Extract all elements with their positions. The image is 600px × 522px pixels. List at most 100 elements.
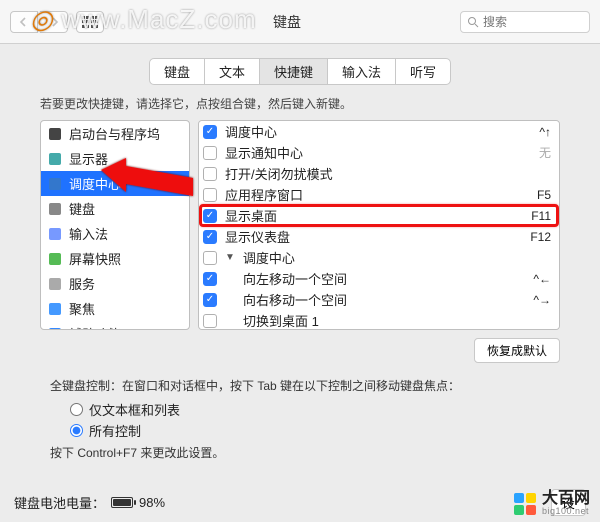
- show-all-button[interactable]: [76, 11, 104, 33]
- shortcut-label: 切换到桌面 1: [225, 311, 543, 330]
- shortcut-label: 显示通知中心: [225, 143, 531, 162]
- shortcut-label: 显示仪表盘: [225, 227, 522, 246]
- sidebar-item-input[interactable]: 输入法: [41, 221, 189, 246]
- grid-icon: [82, 16, 99, 28]
- tab-1[interactable]: 文本: [205, 59, 260, 84]
- restore-defaults-button[interactable]: 恢复成默认: [474, 338, 560, 363]
- shortcut-key: ^↑: [539, 125, 551, 139]
- shortcut-row[interactable]: 向右移动一个空间 ^→: [199, 289, 559, 310]
- input-icon: [47, 226, 63, 242]
- shortcut-row[interactable]: 显示桌面 F11: [199, 205, 559, 226]
- shortcut-row[interactable]: 打开/关闭勿扰模式: [199, 163, 559, 184]
- sidebar-item-label: 屏幕快照: [69, 249, 121, 268]
- sidebar-item-services[interactable]: 服务: [41, 271, 189, 296]
- keyboard-icon: [47, 201, 63, 217]
- sidebar-item-mission[interactable]: 调度中心: [41, 171, 189, 196]
- shortcut-key: F11: [531, 209, 551, 223]
- chevron-down-icon: ▼: [225, 252, 235, 263]
- sidebar-item-keyboard[interactable]: 键盘: [41, 196, 189, 221]
- spotlight-icon: [47, 301, 63, 317]
- window-title: 键盘: [114, 12, 460, 32]
- tab-0[interactable]: 键盘: [150, 59, 205, 84]
- shortcut-list[interactable]: 调度中心^↑显示通知中心无打开/关闭勿扰模式应用程序窗口F5显示桌面F11显示仪…: [198, 120, 560, 330]
- back-button[interactable]: [10, 11, 38, 33]
- radio-text-only[interactable]: 仅文本框和列表: [70, 400, 530, 419]
- category-list[interactable]: 启动台与程序坞显示器调度中心键盘输入法屏幕快照服务聚焦辅助功能应用快捷键: [40, 120, 190, 330]
- services-icon: [47, 276, 63, 292]
- sidebar-item-label: 启动台与程序坞: [69, 124, 160, 143]
- keyboard-battery: 键盘电池电量： 98%: [14, 493, 165, 512]
- shortcut-row[interactable]: 显示通知中心无: [199, 142, 559, 163]
- shortcut-row[interactable]: 显示仪表盘 F12: [199, 226, 559, 247]
- checkbox[interactable]: [203, 272, 217, 286]
- launchpad-icon: [47, 126, 63, 142]
- shortcut-key: 无: [539, 144, 551, 161]
- checkbox[interactable]: [203, 188, 217, 202]
- setup-button[interactable]: 设: [551, 489, 586, 516]
- checkbox[interactable]: [203, 125, 217, 139]
- footer: 键盘电池电量： 98% 设: [0, 489, 600, 516]
- checkbox[interactable]: [203, 230, 217, 244]
- mission-icon: [47, 176, 63, 192]
- checkbox[interactable]: [203, 146, 217, 160]
- titlebar: 键盘: [0, 0, 600, 44]
- tabs: 键盘文本快捷键输入法听写: [0, 58, 600, 85]
- shortcut-row[interactable]: 向左移动一个空间 ^←: [199, 268, 559, 289]
- forward-button[interactable]: [40, 11, 68, 33]
- shortcut-row[interactable]: 调度中心 ^↑: [199, 121, 559, 142]
- full-keyboard-line: 全键盘控制：在窗口和对话框中，按下 Tab 键在以下控制之间移动键盘焦点：: [50, 377, 550, 394]
- shortcut-label: 打开/关闭勿扰模式: [225, 164, 543, 183]
- shortcut-key: F5: [537, 188, 551, 202]
- search-field[interactable]: [460, 11, 590, 33]
- radio-group: 仅文本框和列表 所有控制: [70, 400, 530, 440]
- checkbox[interactable]: [203, 209, 217, 223]
- checkbox[interactable]: [203, 293, 217, 307]
- checkbox[interactable]: [203, 314, 217, 328]
- sidebar-item-display[interactable]: 显示器: [41, 146, 189, 171]
- sidebar-item-label: 输入法: [69, 224, 108, 243]
- search-icon: [467, 16, 479, 28]
- search-input[interactable]: [483, 15, 573, 29]
- sub-hint: 按下 Control+F7 来更改此设置。: [50, 444, 550, 461]
- sidebar-item-launchpad[interactable]: 启动台与程序坞: [41, 121, 189, 146]
- sidebar-item-accessibility[interactable]: 辅助功能: [41, 321, 189, 330]
- sidebar-item-screenshot[interactable]: 屏幕快照: [41, 246, 189, 271]
- panels: 启动台与程序坞显示器调度中心键盘输入法屏幕快照服务聚焦辅助功能应用快捷键 调度中…: [40, 120, 560, 330]
- shortcut-key: ^→: [533, 293, 551, 307]
- shortcut-label: 向右移动一个空间: [225, 290, 525, 309]
- battery-label: 键盘电池电量：: [14, 493, 105, 512]
- battery-percent: 98%: [139, 495, 165, 510]
- sidebar-item-label: 服务: [69, 274, 95, 293]
- tab-4[interactable]: 听写: [396, 59, 450, 84]
- shortcut-label: 显示桌面: [225, 206, 523, 225]
- nav-buttons: [10, 11, 68, 33]
- shortcut-row[interactable]: ▼ 调度中心: [199, 247, 559, 268]
- checkbox[interactable]: [203, 251, 217, 265]
- accessibility-icon: [47, 326, 63, 331]
- radio-label: 所有控制: [89, 421, 141, 440]
- sidebar-item-label: 调度中心: [69, 174, 121, 193]
- tab-2[interactable]: 快捷键: [260, 59, 328, 84]
- sidebar-item-label: 辅助功能: [69, 324, 121, 330]
- tab-3[interactable]: 输入法: [328, 59, 396, 84]
- shortcut-row[interactable]: 切换到桌面 1: [199, 310, 559, 330]
- sidebar-item-label: 键盘: [69, 199, 95, 218]
- edit-hint: 若要更改快捷键，请选择它，点按组合键，然后键入新键。: [40, 95, 560, 112]
- restore-row: 恢复成默认: [40, 338, 560, 363]
- shortcut-label: 应用程序窗口: [225, 185, 529, 204]
- display-icon: [47, 151, 63, 167]
- sidebar-item-spotlight[interactable]: 聚焦: [41, 296, 189, 321]
- screenshot-icon: [47, 251, 63, 267]
- radio-all-controls[interactable]: 所有控制: [70, 421, 530, 440]
- shortcut-row[interactable]: 应用程序窗口 F5: [199, 184, 559, 205]
- shortcut-key: ^←: [533, 272, 551, 286]
- sidebar-item-label: 显示器: [69, 149, 108, 168]
- battery-icon: [111, 497, 133, 508]
- shortcut-label: 向左移动一个空间: [225, 269, 525, 288]
- sidebar-item-label: 聚焦: [69, 299, 95, 318]
- shortcut-label: 调度中心: [243, 248, 543, 267]
- checkbox[interactable]: [203, 167, 217, 181]
- shortcut-label: 调度中心: [225, 122, 531, 141]
- radio-label: 仅文本框和列表: [89, 400, 180, 419]
- shortcut-key: F12: [530, 230, 551, 244]
